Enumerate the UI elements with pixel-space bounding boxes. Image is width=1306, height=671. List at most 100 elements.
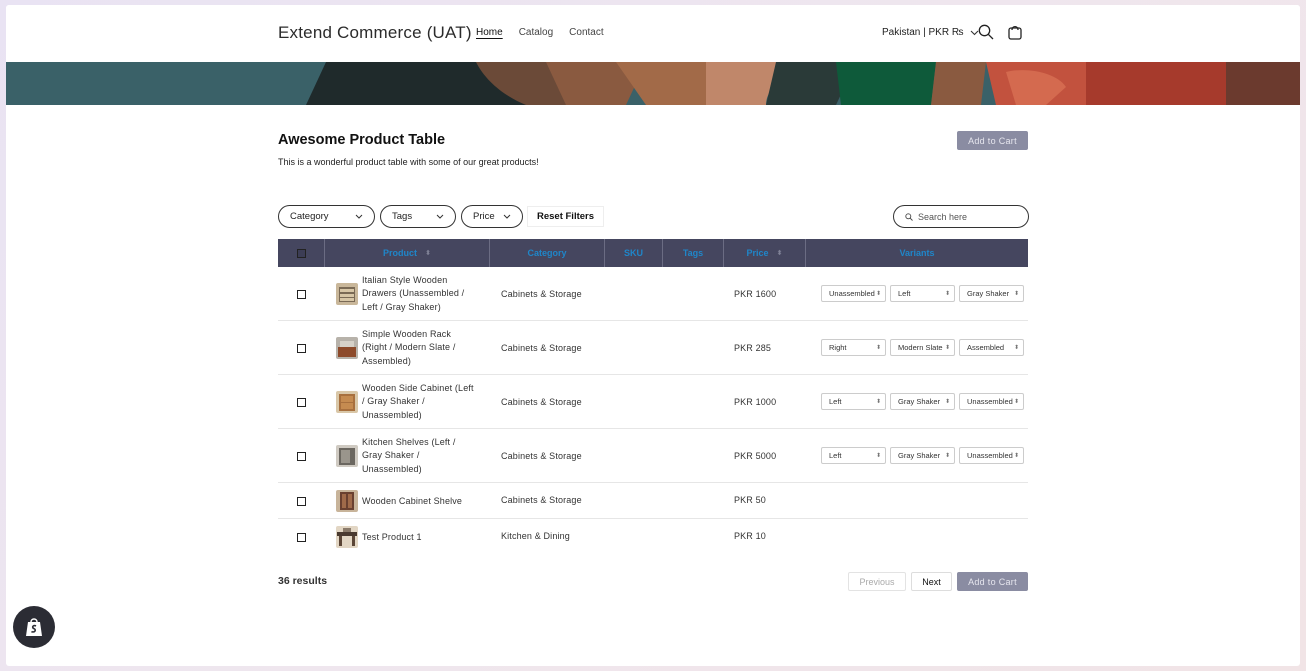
row-checkbox[interactable] (297, 344, 306, 353)
sort-icon: ⬍ (776, 250, 783, 257)
variant-select[interactable]: Gray Shaker ⬍ (959, 285, 1024, 302)
column-price-label: Price (746, 248, 769, 258)
product-thumbnail[interactable] (336, 391, 358, 413)
add-to-cart-button-top[interactable]: Add to Cart (957, 131, 1028, 150)
nav-contact[interactable]: Contact (569, 27, 603, 38)
product-price: PKR 1600 (734, 289, 777, 299)
product-thumbnail[interactable] (336, 445, 358, 467)
variant-value: Gray Shaker (898, 451, 941, 460)
next-button[interactable]: Next (911, 572, 952, 591)
select-arrow-icon: ⬍ (1013, 399, 1019, 405)
column-sku-label: SKU (623, 248, 643, 258)
page-subtitle: This is a wonderful product table with s… (278, 157, 539, 167)
column-product-label: Product (383, 248, 418, 258)
search-icon (905, 212, 913, 221)
country-label: Pakistan | PKR ₨ (882, 27, 964, 38)
select-all-checkbox[interactable] (296, 248, 306, 258)
variant-select[interactable]: Unassembled ⬍ (959, 447, 1024, 464)
price-filter-label: Price (473, 211, 495, 222)
variant-select[interactable]: Left ⬍ (890, 285, 955, 302)
select-all-cell (278, 239, 325, 267)
banner-illustration (6, 62, 1300, 105)
select-arrow-icon: ⬍ (944, 345, 950, 351)
select-arrow-icon: ⬍ (875, 399, 881, 405)
product-name[interactable]: Simple Wooden Rack (Right / Modern Slate… (362, 328, 474, 368)
product-price: PKR 50 (734, 495, 766, 505)
select-arrow-icon: ⬍ (944, 399, 950, 405)
variant-select[interactable]: Gray Shaker ⬍ (890, 393, 955, 410)
variant-select[interactable]: Assembled ⬍ (959, 339, 1024, 356)
product-category: Cabinets & Storage (501, 289, 582, 299)
variant-value: Gray Shaker (898, 397, 941, 406)
table-header: Product ⬍ Category SKU Tags Price ⬍ Vari… (278, 239, 1028, 267)
variant-value: Left (829, 397, 842, 406)
cart-icon[interactable] (1006, 23, 1024, 41)
product-thumbnail[interactable] (336, 283, 358, 305)
results-count: 36 results (278, 575, 328, 587)
column-tags-label: Tags (682, 248, 704, 258)
row-checkbox[interactable] (297, 398, 306, 407)
storefront-page: Extend Commerce (UAT) Home Catalog Conta… (6, 5, 1300, 666)
variant-select[interactable]: Unassembled ⬍ (821, 285, 886, 302)
chevron-down-icon (355, 214, 363, 219)
variant-select[interactable]: Left ⬍ (821, 447, 886, 464)
nav-home[interactable]: Home (476, 27, 503, 38)
column-category-label: Category (527, 248, 567, 258)
search-input[interactable]: Search here (893, 205, 1029, 228)
select-arrow-icon: ⬍ (875, 291, 881, 297)
variant-value: Gray Shaker (967, 289, 1010, 298)
category-filter-label: Category (290, 211, 329, 222)
tags-filter[interactable]: Tags (380, 205, 456, 228)
product-thumbnail[interactable] (336, 490, 358, 512)
product-name[interactable]: Test Product 1 (362, 531, 502, 544)
search-placeholder: Search here (918, 211, 968, 222)
variant-select[interactable]: Right ⬍ (821, 339, 886, 356)
select-arrow-icon: ⬍ (1013, 291, 1019, 297)
variant-select[interactable]: Modern Slate ⬍ (890, 339, 955, 356)
brand-title[interactable]: Extend Commerce (UAT) (278, 23, 472, 43)
product-price: PKR 1000 (734, 397, 777, 407)
product-name[interactable]: Italian Style Wooden Drawers (Unassemble… (362, 274, 474, 314)
variant-value: Modern Slate (898, 343, 943, 352)
shopify-preview-button[interactable] (13, 606, 55, 648)
variant-value: Unassembled (829, 289, 875, 298)
product-price: PKR 285 (734, 343, 772, 353)
product-name[interactable]: Wooden Cabinet Shelve (362, 495, 502, 508)
product-price: PKR 10 (734, 531, 766, 541)
reset-filters-button[interactable]: Reset Filters (527, 206, 604, 227)
variant-select[interactable]: Unassembled ⬍ (959, 393, 1024, 410)
tags-filter-label: Tags (392, 211, 413, 222)
shopify-icon (26, 618, 42, 636)
add-to-cart-button-bottom[interactable]: Add to Cart (957, 572, 1028, 591)
price-filter[interactable]: Price (461, 205, 523, 228)
product-thumbnail[interactable] (336, 337, 358, 359)
column-tags: Tags (663, 239, 724, 267)
previous-button[interactable]: Previous (848, 572, 906, 591)
table-row: Test Product 1 Kitchen & Dining PKR 10 (278, 519, 1028, 555)
product-category: Kitchen & Dining (501, 531, 570, 541)
product-category: Cabinets & Storage (501, 451, 582, 461)
row-checkbox[interactable] (297, 452, 306, 461)
variant-select[interactable]: Left ⬍ (821, 393, 886, 410)
search-icon[interactable] (977, 23, 995, 41)
product-name[interactable]: Kitchen Shelves (Left / Gray Shaker / Un… (362, 436, 474, 476)
product-thumbnail[interactable] (336, 526, 358, 548)
nav-catalog[interactable]: Catalog (519, 27, 553, 38)
country-selector[interactable]: Pakistan | PKR ₨ (882, 27, 979, 38)
product-name[interactable]: Wooden Side Cabinet (Left / Gray Shaker … (362, 382, 474, 422)
row-checkbox[interactable] (297, 497, 306, 506)
variant-select[interactable]: Gray Shaker ⬍ (890, 447, 955, 464)
column-product[interactable]: Product ⬍ (325, 239, 490, 267)
page-title: Awesome Product Table (278, 132, 446, 148)
row-checkbox[interactable] (297, 533, 306, 542)
row-checkbox[interactable] (297, 290, 306, 299)
variant-value: Assembled (967, 343, 1005, 352)
sort-icon: ⬍ (425, 250, 431, 257)
variant-value: Left (898, 289, 911, 298)
category-filter[interactable]: Category (278, 205, 375, 228)
table-row: Wooden Side Cabinet (Left / Gray Shaker … (278, 375, 1028, 429)
variant-value: Left (829, 451, 842, 460)
column-price[interactable]: Price ⬍ (724, 239, 806, 267)
product-price: PKR 5000 (734, 451, 777, 461)
table-row: Italian Style Wooden Drawers (Unassemble… (278, 267, 1028, 321)
